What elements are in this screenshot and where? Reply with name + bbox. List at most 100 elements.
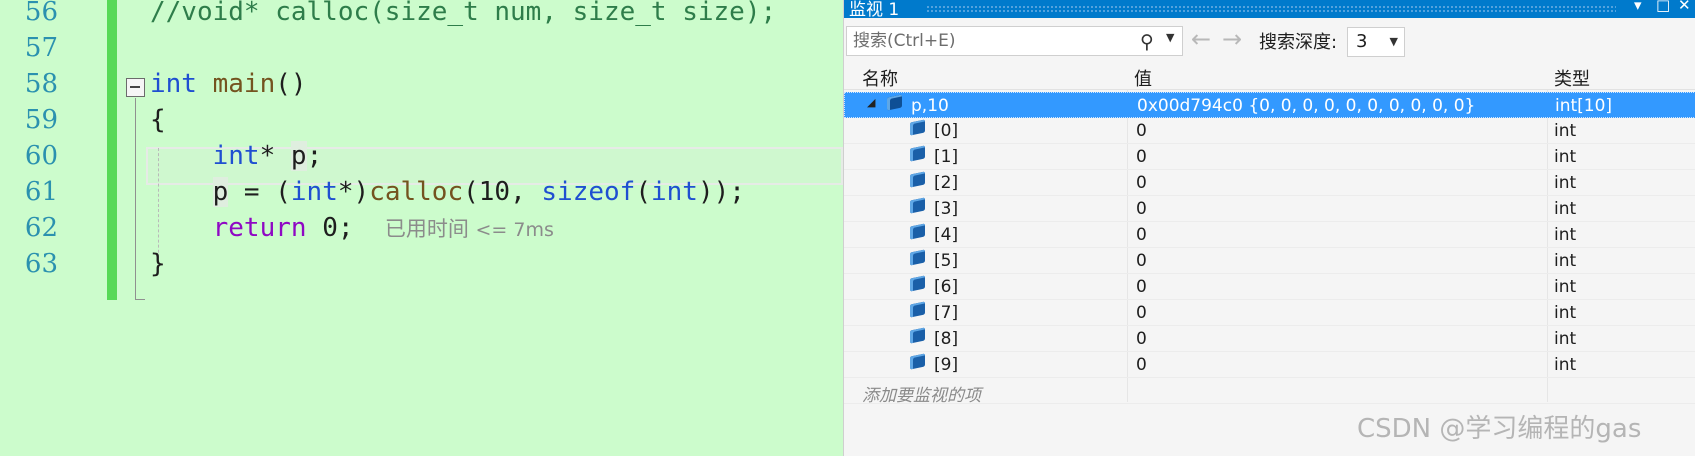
watch-row[interactable]: [5] 0 int [844, 248, 1695, 274]
elapsed-label: 已用时间 [384, 217, 469, 241]
watch-row[interactable]: [2] 0 int [844, 170, 1695, 196]
variable-icon [910, 327, 925, 344]
watch-title: 监视 1 [849, 0, 900, 20]
code-text: } [150, 245, 166, 284]
watch-name: [2] [934, 173, 959, 193]
watch-type: int[10] [1555, 96, 1613, 116]
column-header-value[interactable]: 值 [1134, 65, 1152, 91]
watch-row[interactable]: [1] 0 int [844, 144, 1695, 170]
watch-row[interactable]: [6] 0 int [844, 274, 1695, 300]
code-token: ( [635, 177, 651, 207]
line-number: 57 [24, 33, 58, 63]
code-line[interactable]: 56 //void* calloc(size_t num, size_t size… [0, 0, 843, 32]
watch-row[interactable]: [9] 0 int [844, 352, 1695, 378]
search-input[interactable] [853, 30, 1123, 52]
watermark: CSDN @学习编程的gas [1357, 414, 1642, 444]
line-number: 61 [24, 177, 58, 207]
watch-name: [8] [934, 329, 959, 349]
watch-value[interactable]: 0 [1136, 173, 1147, 193]
code-token: int [650, 177, 698, 207]
watch-name: [3] [934, 199, 959, 219]
line-number: 63 [24, 249, 58, 279]
variable-icon [910, 145, 925, 162]
forward-arrow-icon[interactable]: → [1222, 25, 1242, 53]
watch-value[interactable]: 0 [1136, 121, 1147, 141]
line-number: 59 [24, 105, 58, 135]
watch-row[interactable]: [4] 0 int [844, 222, 1695, 248]
maximize-icon[interactable]: □ [1656, 0, 1670, 14]
code-token: p [212, 177, 229, 207]
code-token: * [259, 141, 291, 171]
variable-icon [910, 353, 925, 370]
watch-value[interactable]: 0 [1136, 277, 1147, 297]
code-text: return 0; 已用时间 <= 7ms [150, 209, 554, 250]
line-number: 60 [24, 141, 58, 171]
add-watch-placeholder: 添加要监视的项 [862, 386, 981, 406]
code-text: p = (int*)calloc(10, sizeof(int)); [150, 173, 745, 212]
watch-value[interactable]: 0 [1136, 147, 1147, 167]
code-token: sizeof [541, 177, 636, 207]
search-depth-value: 3 [1356, 31, 1368, 52]
variable-icon [910, 275, 925, 292]
code-token: () [275, 69, 307, 99]
code-text: { [150, 101, 166, 140]
watch-row[interactable]: [8] 0 int [844, 326, 1695, 352]
variable-icon [910, 223, 925, 240]
watch-name: [0] [934, 121, 959, 141]
code-text: //void* calloc(size_t num, size_t size); [150, 0, 776, 32]
code-line[interactable]: 61 p = (int*)calloc(10, sizeof(int)); [0, 173, 843, 212]
watch-name: [7] [934, 303, 959, 323]
watch-value[interactable]: 0 [1136, 355, 1147, 375]
watch-row[interactable]: [7] 0 int [844, 300, 1695, 326]
code-token: *) [337, 177, 370, 207]
chevron-down-icon: ▼ [1389, 35, 1398, 48]
watch-value[interactable]: 0 [1136, 251, 1147, 271]
search-box[interactable]: ⚲ ▼ [846, 26, 1183, 56]
variable-icon [887, 94, 902, 111]
code-line[interactable]: 57 [0, 29, 843, 68]
code-token: 0; [306, 213, 385, 243]
code-line[interactable]: 63} [0, 245, 843, 284]
code-text: int main() [150, 65, 307, 104]
column-header-name[interactable]: 名称 [862, 65, 898, 91]
watch-value[interactable]: 0 [1136, 225, 1147, 245]
close-icon[interactable]: ✕ [1678, 0, 1691, 14]
watch-row[interactable]: [3] 0 int [844, 196, 1695, 222]
code-editor[interactable]: 56 //void* calloc(size_t num, size_t size… [0, 0, 843, 456]
search-depth-select[interactable]: 3 ▼ [1347, 27, 1405, 57]
code-token: int [150, 69, 197, 99]
watch-value[interactable]: 0 [1136, 199, 1147, 219]
watch-row[interactable]: [0] 0 int [844, 118, 1695, 144]
watch-value[interactable]: 0x00d794c0 {0, 0, 0, 0, 0, 0, 0, 0, 0, 0… [1137, 96, 1475, 116]
dropdown-icon[interactable]: ▾ [1634, 0, 1642, 14]
watch-type: int [1554, 303, 1577, 323]
code-line[interactable]: 59 { [0, 101, 843, 140]
code-line[interactable]: 62 return 0; 已用时间 <= 7ms [0, 209, 843, 248]
watch-value[interactable]: 0 [1136, 329, 1147, 349]
code-line[interactable]: 60 int* p; [0, 137, 843, 176]
watch-panel: 监视 1 ▾ □ ✕ ⚲ ▼ ← → 搜索深度: 3 ▼ 名称 值 类型 ◢ p… [843, 0, 1695, 456]
elapsed-time-hint[interactable]: 已用时间 <= 7ms [385, 217, 554, 241]
search-icon[interactable]: ⚲ [1140, 31, 1154, 53]
code-token: (10, [463, 177, 542, 207]
titlebar-grip[interactable] [926, 5, 1616, 12]
expand-arrow-icon[interactable]: ◢ [867, 96, 875, 109]
watch-name: [4] [934, 225, 959, 245]
watch-row-root[interactable]: ◢ p,10 0x00d794c0 {0, 0, 0, 0, 0, 0, 0, … [844, 92, 1695, 118]
watch-type: int [1554, 225, 1577, 245]
line-number: 58 [24, 69, 58, 99]
watch-titlebar: 监视 1 ▾ □ ✕ [844, 0, 1695, 20]
watch-name: p,10 [911, 96, 949, 116]
watch-type: int [1554, 147, 1577, 167]
watch-type: int [1554, 329, 1577, 349]
code-line[interactable]: 58 int main() [0, 65, 843, 104]
search-dropdown-icon[interactable]: ▼ [1166, 31, 1174, 44]
add-watch-row[interactable]: 添加要监视的项 [844, 378, 1695, 406]
column-header-type[interactable]: 类型 [1554, 65, 1590, 91]
variable-icon [910, 301, 925, 318]
back-arrow-icon[interactable]: ← [1191, 25, 1211, 53]
watch-value[interactable]: 0 [1136, 303, 1147, 323]
code-token: //void* calloc(size_t num, size_t size); [150, 0, 777, 27]
